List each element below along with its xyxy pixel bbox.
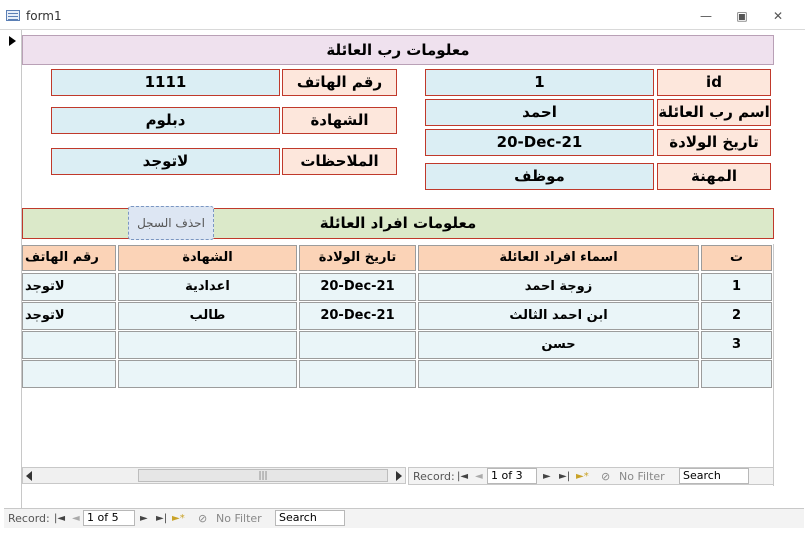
subform-record-position[interactable]: 1 of 3 (487, 468, 537, 484)
table-row-1-certificate[interactable]: اعدادية (118, 273, 297, 301)
table-row-2-birth[interactable]: 20-Dec-21 (299, 302, 416, 330)
scroll-right-icon[interactable] (396, 471, 402, 481)
main-new-record-icon[interactable]: ►* (172, 511, 185, 527)
main-record-label: Record: (8, 512, 50, 525)
subform-horizontal-scrollbar[interactable]: ||| (22, 467, 406, 484)
phone-field[interactable]: 1111 (51, 69, 280, 96)
table-row-3-name[interactable]: حسن (418, 331, 699, 359)
main-last-record-icon[interactable]: ►| (156, 511, 167, 527)
form-header: معلومات رب العائلة (22, 35, 774, 65)
table-row-2-certificate[interactable]: طالب (118, 302, 297, 330)
table-new-row-certificate[interactable] (118, 360, 297, 388)
main-search-box[interactable]: Search (275, 510, 345, 526)
table-row-1-name[interactable]: زوجة احمد (418, 273, 699, 301)
column-header-number[interactable]: ت (701, 245, 772, 271)
table-new-row-phone[interactable] (22, 360, 116, 388)
table-row-1-number[interactable]: 1 (701, 273, 772, 301)
table-new-row-number[interactable] (701, 360, 772, 388)
certificate-field[interactable]: دبلوم (51, 107, 280, 134)
subform-no-filter-label[interactable]: No Filter (619, 469, 665, 485)
label-certificate: الشهادة (282, 107, 397, 134)
delete-record-button[interactable]: احذف السجل (128, 206, 214, 240)
subform-navigation-bar: Record: |◄ ◄ 1 of 3 ► ►| ►* ⊘ No Filter … (408, 467, 774, 485)
subform-last-record-icon[interactable]: ►| (559, 469, 570, 485)
label-notes: الملاحظات (282, 148, 397, 175)
label-id: id (657, 69, 771, 96)
main-first-record-icon[interactable]: |◄ (54, 511, 65, 527)
birth-date-field[interactable]: 20-Dec-21 (425, 129, 654, 156)
subform-new-record-icon[interactable]: ►* (576, 469, 589, 485)
column-header-birth[interactable]: تاريخ الولادة (299, 245, 416, 271)
column-header-name[interactable]: اسماء افراد العائلة (418, 245, 699, 271)
label-head-name: اسم رب العائلة (657, 99, 771, 126)
subform-search-box[interactable]: Search (679, 468, 749, 484)
column-header-phone[interactable]: رقم الهاتف (22, 245, 116, 271)
column-header-certificate[interactable]: الشهادة (118, 245, 297, 271)
close-icon[interactable]: ✕ (768, 8, 788, 24)
table-row-2-phone[interactable]: لاتوجد (22, 302, 116, 330)
label-job: المهنة (657, 163, 771, 190)
record-selector[interactable] (0, 30, 22, 508)
table-row-2-name[interactable]: ابن احمد الثالث (418, 302, 699, 330)
table-row-3-certificate[interactable] (118, 331, 297, 359)
table-new-row-birth[interactable] (299, 360, 416, 388)
label-phone: رقم الهاتف (282, 69, 397, 96)
window-title: form1 (26, 9, 62, 23)
scroll-thumb[interactable]: ||| (138, 469, 388, 482)
subform-first-record-icon[interactable]: |◄ (457, 469, 468, 485)
subform-previous-record-icon[interactable]: ◄ (475, 469, 483, 485)
window-titlebar: form1 — ▣ ✕ (0, 0, 805, 30)
form-icon (6, 10, 20, 21)
table-row-3-number[interactable]: 3 (701, 331, 772, 359)
head-name-field[interactable]: احمد (425, 99, 654, 126)
table-new-row-name[interactable] (418, 360, 699, 388)
main-navigation-bar: Record: |◄ ◄ 1 of 5 ► ►| ►* ⊘ No Filter … (4, 508, 804, 528)
restore-icon[interactable]: ▣ (732, 8, 752, 24)
job-field[interactable]: موظف (425, 163, 654, 190)
subform-datasheet: ت اسماء افراد العائلة تاريخ الولادة الشه… (22, 244, 774, 486)
subform-record-label: Record: (413, 470, 455, 483)
current-record-arrow-icon (9, 36, 16, 46)
id-field[interactable]: 1 (425, 69, 654, 96)
main-no-filter-label[interactable]: No Filter (216, 511, 262, 527)
main-previous-record-icon[interactable]: ◄ (72, 511, 80, 527)
table-row-1-phone[interactable]: لاتوجد (22, 273, 116, 301)
main-no-filter-icon[interactable]: ⊘ (198, 511, 207, 527)
main-next-record-icon[interactable]: ► (140, 511, 148, 527)
subform-next-record-icon[interactable]: ► (543, 469, 551, 485)
minimize-icon[interactable]: — (696, 8, 716, 24)
main-record-position[interactable]: 1 of 5 (83, 510, 135, 526)
table-row-3-birth[interactable] (299, 331, 416, 359)
subform-no-filter-icon[interactable]: ⊘ (601, 469, 610, 485)
table-row-1-birth[interactable]: 20-Dec-21 (299, 273, 416, 301)
label-birth-date: تاريخ الولادة (657, 129, 771, 156)
notes-field[interactable]: لاتوجد (51, 148, 280, 175)
table-row-2-number[interactable]: 2 (701, 302, 772, 330)
scroll-left-icon[interactable] (26, 471, 32, 481)
table-row-3-phone[interactable] (22, 331, 116, 359)
